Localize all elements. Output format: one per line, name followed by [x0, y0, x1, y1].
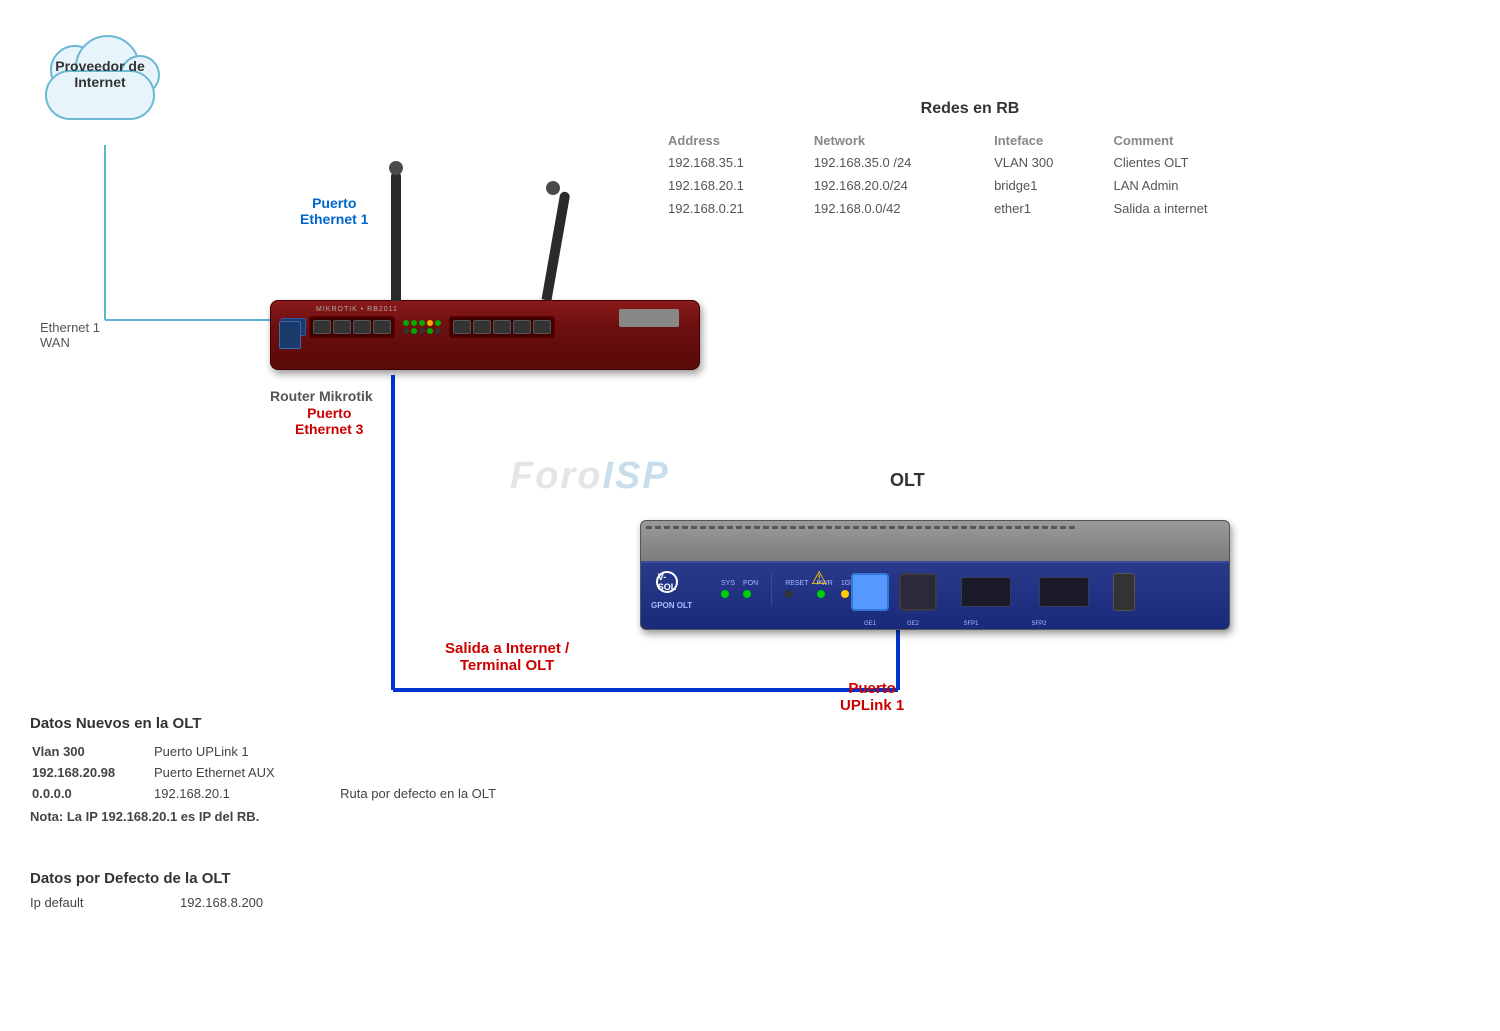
antenna-left	[391, 171, 401, 301]
info-row: 192.168.20.98 Puerto Ethernet AUX	[32, 763, 578, 782]
salida-internet-label: Salida a Internet / Terminal OLT	[445, 640, 569, 674]
col-network: Network	[806, 130, 986, 151]
router-front-text: MIKROTIK • RB2011	[316, 306, 398, 313]
router-label: Router Mikrotik	[270, 388, 373, 404]
olt-front-panel: V-SOL GPON OLT SYS PON RESET	[641, 561, 1229, 629]
olt-ports	[851, 573, 1135, 611]
olt-sfp-2	[1039, 577, 1089, 607]
col-address: Address	[660, 130, 806, 151]
olt-sfp-1	[961, 577, 1011, 607]
olt-port-1	[851, 573, 889, 611]
col-interface: Inteface	[986, 130, 1105, 151]
ip-default-value: 192.168.8.200	[180, 895, 263, 910]
puerto-eth3-label: Puerto Ethernet 3	[295, 405, 363, 437]
vent-holes	[646, 526, 1224, 546]
datos-nuevos-section: Datos Nuevos en la OLT Vlan 300 Puerto U…	[30, 715, 580, 824]
antenna-right	[542, 191, 571, 301]
info-row: Vlan 300 Puerto UPLink 1	[32, 742, 578, 761]
default-ip-row: Ip default 192.168.8.200	[30, 895, 480, 910]
network-data-table: Address Network Inteface Comment 192.168…	[660, 130, 1280, 220]
nota-text: Nota: La IP 192.168.20.1 es IP del RB.	[30, 809, 580, 824]
olt-device: V-SOL GPON OLT SYS PON RESET	[640, 520, 1230, 650]
col-comment: Comment	[1106, 130, 1281, 151]
table-row: 192.168.35.1 192.168.35.0 /24 VLAN 300 C…	[660, 151, 1280, 174]
table-row: 192.168.20.1 192.168.20.0/24 bridge1 LAN…	[660, 174, 1280, 197]
cloud-shape: Proveedor de Internet	[30, 40, 180, 140]
gpon-model: GPON OLT	[651, 601, 692, 610]
olt-leds: SYS PON RESET PWR 1GbE	[721, 571, 859, 606]
vsol-logo: V-SOL	[656, 571, 678, 595]
datos-nuevos-table: Vlan 300 Puerto UPLink 1 192.168.20.98 P…	[30, 740, 580, 805]
router-ports	[281, 316, 555, 338]
olt-port-small	[1113, 573, 1135, 611]
router-device: MIKROTIK • RB2011	[270, 300, 700, 380]
olt-port-labels: GE1 GE2 SFP1 SFP2	[851, 621, 1064, 627]
puerto-uplink-label: Puerto UPLink 1	[840, 680, 904, 714]
display-area	[619, 309, 679, 327]
antenna-tip-right	[545, 180, 561, 196]
datos-defecto-section: Datos por Defecto de la OLT Ip default 1…	[30, 870, 480, 910]
antenna-tip-left	[389, 161, 403, 175]
olt-title: OLT	[890, 470, 925, 491]
table-row: 192.168.0.21 192.168.0.0/42 ether1 Salid…	[660, 197, 1280, 220]
sfp-left-port	[279, 321, 301, 349]
port-group-2	[449, 316, 555, 338]
port-group-1	[309, 316, 395, 338]
port-leds	[403, 320, 441, 334]
eth1-wan-label: Ethernet 1 WAN	[40, 320, 100, 350]
watermark: ForoISP	[510, 455, 670, 498]
cloud-label: Proveedor de Internet	[30, 58, 170, 90]
info-row: 0.0.0.0 192.168.20.1 Ruta por defecto en…	[32, 784, 578, 803]
ip-default-label: Ip default	[30, 895, 150, 910]
datos-nuevos-title: Datos Nuevos en la OLT	[30, 715, 580, 732]
datos-defecto-title: Datos por Defecto de la OLT	[30, 870, 480, 887]
olt-port-2	[899, 573, 937, 611]
warning-icon: ⚠	[811, 568, 827, 589]
puerto-eth1-label: Puerto Ethernet 1	[300, 195, 368, 227]
network-table-title: Redes en RB	[660, 100, 1280, 118]
network-table: Redes en RB Address Network Inteface Com…	[660, 100, 1280, 220]
